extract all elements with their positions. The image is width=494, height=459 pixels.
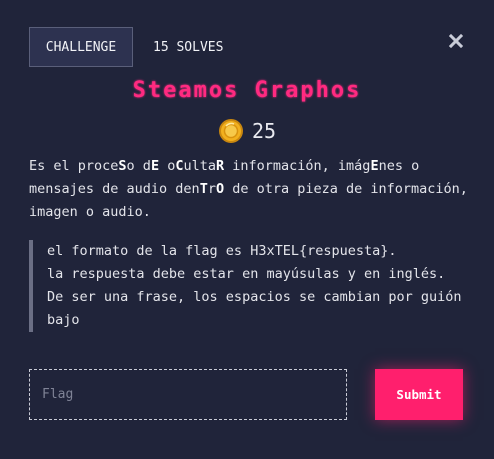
hint-line: De ser una frase, los espacios se cambia… — [47, 289, 470, 328]
tab-solves[interactable]: 15 SOLVES — [153, 40, 223, 55]
tab-challenge[interactable]: CHALLENGE — [29, 27, 133, 67]
close-icon[interactable] — [448, 33, 464, 49]
close-icon-glyph — [448, 33, 464, 49]
hint-line: la respuesta debe estar en mayúsulas y e… — [47, 266, 446, 282]
challenge-hint-quote: el formato de la flag es H3xTEL{respuest… — [29, 240, 469, 332]
description-highlight-letter: E — [150, 158, 160, 174]
challenge-points: 25 — [0, 118, 494, 144]
description-text: Es el proce — [29, 158, 119, 174]
description-text: r — [207, 181, 216, 197]
description-text: o d — [126, 158, 151, 174]
coin-icon — [218, 119, 243, 143]
description-text: ulta — [183, 158, 216, 174]
submit-button[interactable]: Submit — [375, 369, 463, 420]
challenge-modal: CHALLENGE 15 SOLVES Steamos Graphos 25 E… — [0, 0, 494, 459]
description-highlight-letter: O — [215, 181, 225, 197]
flag-input[interactable] — [29, 369, 347, 420]
description-highlight-letter: E — [370, 158, 379, 174]
description-highlight-letter: S — [118, 158, 127, 174]
hint-line: el formato de la flag es H3xTEL{respuest… — [47, 243, 397, 259]
challenge-description: Es el proceSo dE oCultaR información, im… — [29, 155, 469, 224]
description-text: información, imág — [224, 158, 371, 174]
modal-tabs: CHALLENGE 15 SOLVES — [29, 27, 223, 67]
description-highlight-letter: T — [199, 181, 208, 197]
points-value: 25 — [251, 119, 277, 143]
description-text: o — [159, 158, 176, 174]
description-highlight-letter: R — [216, 158, 225, 174]
challenge-title: Steamos Graphos — [132, 78, 362, 103]
